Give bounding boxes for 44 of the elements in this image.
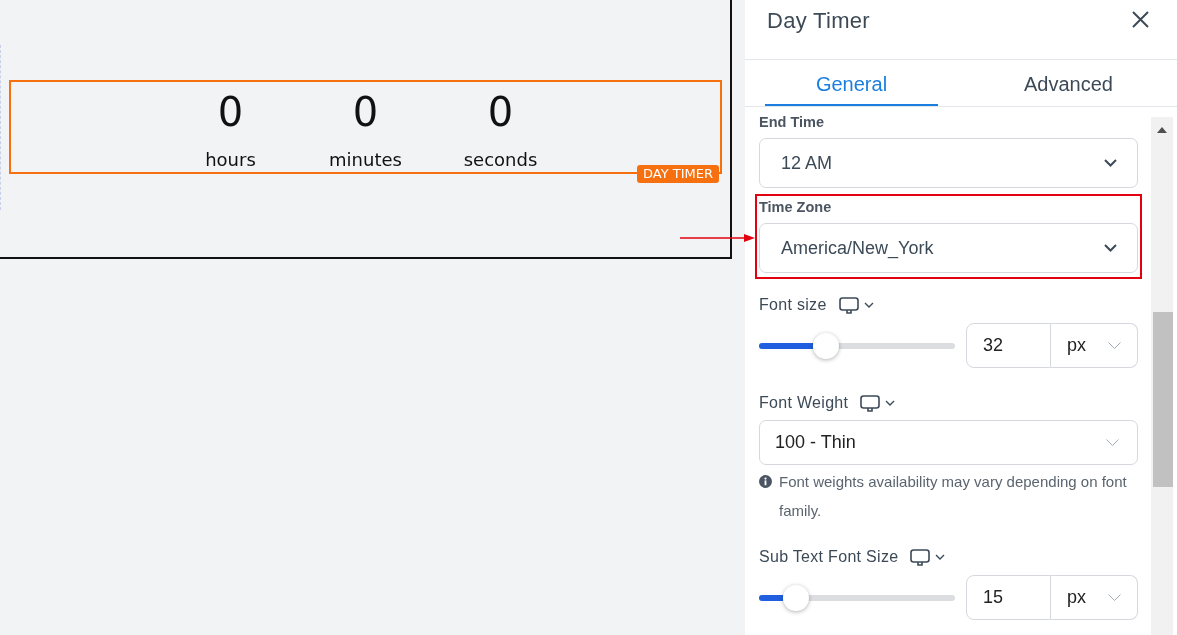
timer-unit-label: hours (205, 148, 256, 172)
number-input[interactable]: 32 (966, 323, 1051, 368)
field-label: Sub Text Font Size (759, 548, 899, 566)
slider-thumb[interactable] (812, 332, 839, 359)
field-label: End Time (759, 113, 824, 131)
dropdown[interactable]: 100 - Thin (759, 420, 1138, 465)
help-text: Font weights availability may vary depending on font family. (779, 472, 1128, 521)
number-input[interactable]: 15 (966, 575, 1051, 620)
field-label: Font Weight (759, 394, 849, 412)
monitor-icon[interactable] (838, 296, 859, 314)
slider-fill (759, 342, 813, 349)
field-label: Time Zone (759, 198, 832, 216)
dropdown[interactable]: America/New_York (759, 223, 1138, 273)
scroll-up-icon[interactable] (1157, 127, 1167, 133)
dropdown[interactable]: 12 AM (759, 138, 1138, 188)
chevron-down-icon[interactable] (935, 554, 946, 560)
panel-title: Day Timer (767, 7, 870, 35)
scrollbar[interactable] (1151, 117, 1173, 635)
timer-value: 0 (217, 88, 244, 136)
monitor-icon[interactable] (860, 394, 881, 412)
chevron-down-icon (1104, 244, 1117, 252)
field-label: Font size (759, 296, 827, 314)
unit-select[interactable]: px (1051, 323, 1138, 368)
widget-tag: DAY TIMER (637, 165, 719, 183)
chevron-down-icon (1108, 342, 1121, 349)
chevron-down-icon (1108, 594, 1121, 601)
chevron-down-icon[interactable] (863, 302, 874, 308)
tab[interactable]: Advanced (982, 60, 1155, 106)
chevron-down-icon (1104, 159, 1117, 167)
unit-select[interactable]: px (1051, 575, 1138, 620)
scrollbar-thumb[interactable] (1153, 312, 1173, 487)
chevron-down-icon[interactable] (885, 400, 896, 406)
close-icon (1132, 11, 1149, 28)
timer-value: 0 (487, 88, 514, 136)
slider-thumb[interactable] (783, 584, 810, 611)
info-icon (759, 475, 772, 488)
chevron-down-icon (1106, 439, 1119, 446)
monitor-icon[interactable] (910, 548, 931, 566)
tab[interactable]: General (765, 60, 938, 106)
timer-unit-label: seconds (463, 148, 538, 172)
timer-unit-label: minutes (329, 148, 402, 172)
close-button[interactable] (1132, 11, 1149, 28)
timer-value: 0 (352, 88, 379, 136)
slider-fill (759, 594, 784, 601)
